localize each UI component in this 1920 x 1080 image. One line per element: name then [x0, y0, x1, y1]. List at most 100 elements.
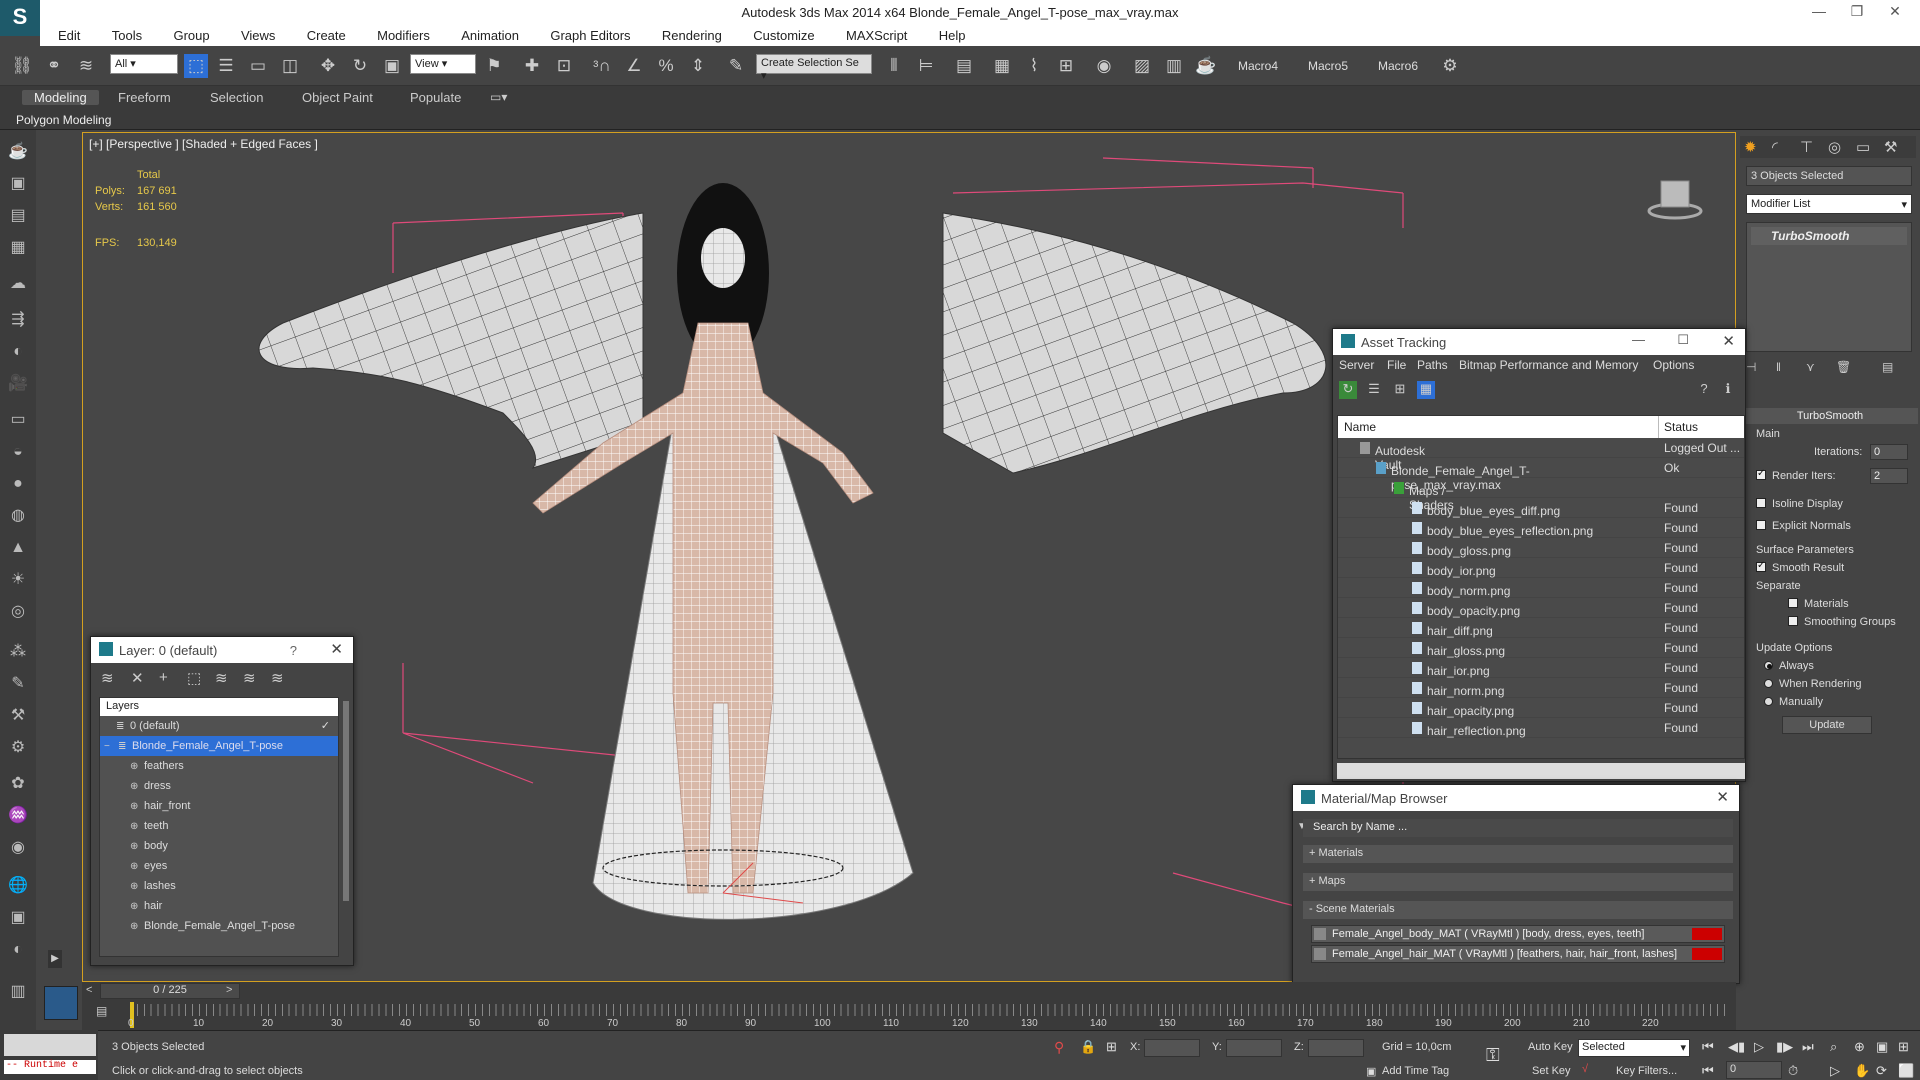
selection-filter-dropdown[interactable]: All ▾ — [110, 54, 178, 74]
asset-row-file[interactable]: body_opacity.png Found — [1338, 598, 1744, 618]
menu-animation[interactable]: Animation — [451, 26, 529, 43]
object-name-field[interactable]: 3 Objects Selected — [1746, 166, 1912, 186]
layers-header[interactable]: Layers — [100, 698, 338, 716]
explicit-normals-checkbox[interactable] — [1756, 520, 1766, 531]
render-iters-checkbox[interactable] — [1756, 468, 1766, 481]
menu-help[interactable]: Help — [929, 26, 976, 43]
prev-frame-icon[interactable]: ◀▮ — [1728, 1039, 1745, 1055]
asset-row-maps[interactable]: Maps / Shaders — [1338, 478, 1744, 512]
status-column-header[interactable]: Status — [1664, 420, 1698, 434]
minimize-icon[interactable]: — — [1804, 3, 1834, 23]
mirror-icon[interactable]: ⫴ — [882, 54, 906, 78]
asset-close-icon[interactable]: ✕ — [1722, 332, 1735, 350]
asset-dialog-titlebar[interactable]: Asset Tracking — ☐ ✕ — [1333, 329, 1745, 355]
show-end-result-icon[interactable]: ‖ — [1776, 360, 1781, 374]
window-crossing-icon[interactable]: ◫ — [278, 54, 302, 78]
update-button[interactable]: Update — [1782, 716, 1872, 734]
asset-row-file[interactable]: hair_opacity.png Found — [1338, 698, 1744, 718]
select-manipulate-icon[interactable]: ✚ — [520, 54, 544, 78]
smooth-result-checkbox[interactable] — [1756, 560, 1766, 573]
delete-layer-icon[interactable]: ✕ — [131, 669, 144, 687]
maxscript-input[interactable] — [4, 1034, 96, 1056]
explicit-normals-row[interactable]: Explicit Normals — [1756, 520, 1851, 532]
asset-row-file[interactable]: hair_ior.png Found — [1338, 658, 1744, 678]
curve-editor-icon[interactable]: ⌇ — [1022, 54, 1046, 78]
fov-icon[interactable]: ▷ — [1830, 1063, 1840, 1079]
tab-object-paint[interactable]: Object Paint — [302, 90, 373, 105]
utilities-tab-icon[interactable]: ⚒ — [1884, 138, 1897, 156]
asset-row-maxfile[interactable]: Blonde_Female_Angel_T-pose_max_vray.max O… — [1338, 458, 1744, 492]
list-icon[interactable]: ▤ — [6, 204, 30, 228]
bind-spacewarp-icon[interactable]: ≋ — [74, 54, 98, 78]
asset-maximize-icon[interactable]: ☐ — [1677, 332, 1689, 348]
layer-row-eyes[interactable]: ⊕ eyes — [100, 856, 338, 876]
graphite-toggle-icon[interactable]: ▦ — [990, 54, 1014, 78]
layer-row-body[interactable]: ⊕ body — [100, 836, 338, 856]
select-by-name-icon[interactable]: ☰ — [214, 54, 238, 78]
zoom-all-icon[interactable]: ⊕ — [1854, 1039, 1865, 1055]
menu-edit[interactable]: Edit — [48, 26, 90, 43]
link-icon[interactable]: ⛓ — [10, 54, 34, 78]
smoothing-groups-row[interactable]: Smoothing Groups — [1788, 616, 1896, 628]
mat-browser-close-icon[interactable]: ✕ — [1716, 788, 1729, 806]
lightbulb-icon[interactable]: ☁ — [6, 272, 30, 296]
grid-icon[interactable]: ▦ — [6, 236, 30, 260]
layer-dialog-titlebar[interactable]: Layer: 0 (default) ? ✕ — [91, 637, 353, 663]
help-icon[interactable]: ? — [290, 643, 297, 658]
name-column-header[interactable]: Name — [1344, 420, 1376, 434]
turbosmooth-rollout-title[interactable]: TurboSmooth — [1742, 408, 1918, 424]
hierarchy-tab-icon[interactable]: ⊤ — [1800, 138, 1813, 156]
layer-row-dress[interactable]: ⊕ dress — [100, 776, 338, 796]
pan-icon[interactable]: ✋ — [1854, 1063, 1870, 1079]
material-item-hair[interactable]: Female_Angel_hair_MAT ( VRayMtl ) [feath… — [1311, 945, 1725, 963]
tree-view-icon[interactable]: ⊞ — [1391, 381, 1409, 399]
menu-tools[interactable]: Tools — [102, 26, 152, 43]
menu-customize[interactable]: Customize — [743, 26, 824, 43]
remove-modifier-icon[interactable]: 🗑 — [1836, 360, 1851, 374]
ref-coord-dropdown[interactable]: View ▾ — [410, 54, 476, 74]
render-icon[interactable]: ▣ — [6, 172, 30, 196]
asset-row-file[interactable]: body_norm.png Found — [1338, 578, 1744, 598]
named-selection-dropdown[interactable]: Create Selection Se ▾ — [756, 54, 872, 82]
asset-row-vault[interactable]: Autodesk Vault Logged Out ... — [1338, 438, 1744, 472]
next-frame-icon[interactable]: ▮▶ — [1776, 1039, 1793, 1055]
pin-stack-icon[interactable]: ⊣ — [1746, 360, 1756, 374]
column-divider[interactable] — [1658, 416, 1659, 438]
menu-modifiers[interactable]: Modifiers — [367, 26, 440, 43]
percent-snap-icon[interactable]: % — [654, 54, 678, 78]
set-key-button[interactable]: Set Key — [1532, 1065, 1571, 1077]
layer-manager-icon[interactable]: ▤ — [952, 54, 976, 78]
manually-radio[interactable] — [1764, 696, 1773, 706]
close-icon[interactable]: ✕ — [1880, 3, 1910, 23]
x-coord-field[interactable] — [1144, 1039, 1200, 1057]
time-slider[interactable]: 0 / 225 — [100, 983, 240, 999]
keyboard-shortcut-icon[interactable]: ⊡ — [552, 54, 576, 78]
key-icon[interactable]: ⚿ — [1486, 1045, 1500, 1066]
menu-group[interactable]: Group — [163, 26, 219, 43]
sun-icon[interactable]: ☀ — [6, 568, 30, 592]
asset-minimize-icon[interactable]: — — [1632, 332, 1645, 347]
isoline-checkbox[interactable] — [1756, 498, 1766, 509]
asset-menu-bitmap[interactable]: Bitmap Performance and Memory — [1459, 358, 1638, 372]
viewport-layout-button[interactable] — [44, 986, 78, 1020]
menu-graph-editors[interactable]: Graph Editors — [540, 26, 640, 43]
go-to-end-icon[interactable]: ⏭ — [1802, 1039, 1814, 1055]
table-view-icon[interactable]: ▦ — [1417, 381, 1435, 399]
collapse-icon[interactable]: − — [104, 737, 114, 757]
layer-row-hair[interactable]: ⊕ hair — [100, 896, 338, 916]
select-in-layer-icon[interactable]: ⬚ — [187, 669, 201, 687]
motion-tab-icon[interactable]: ◎ — [1828, 138, 1841, 156]
iterations-spinner[interactable]: 0 — [1870, 444, 1908, 460]
manually-row[interactable]: Manually — [1764, 696, 1823, 708]
hair-icon[interactable]: ♒ — [6, 804, 30, 828]
materials-checkbox[interactable] — [1788, 598, 1798, 609]
add-to-layer-icon[interactable]: + — [159, 669, 168, 686]
current-layer-check-icon[interactable]: ✓ — [321, 716, 330, 736]
snap-toggle-icon[interactable]: ᶟ∩ — [590, 54, 614, 78]
grass-icon[interactable]: ✿ — [6, 772, 30, 796]
play-icon[interactable]: ▷ — [1754, 1039, 1764, 1055]
materials-section[interactable]: + Materials — [1303, 845, 1733, 863]
layer-scrollbar[interactable] — [343, 701, 349, 901]
add-time-tag[interactable]: Add Time Tag — [1382, 1065, 1449, 1077]
orbit-icon[interactable]: ⟳ — [1876, 1063, 1887, 1079]
